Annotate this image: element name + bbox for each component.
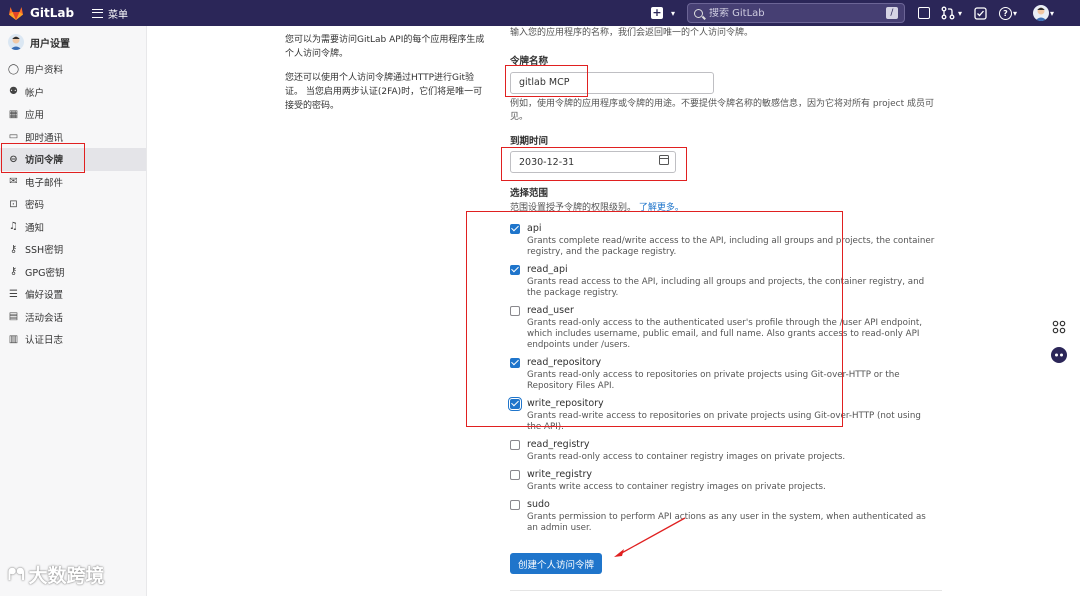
apps-float-icon[interactable] xyxy=(1050,318,1068,336)
divider xyxy=(510,590,942,591)
scope-description: Grants read-only access to container reg… xyxy=(527,451,846,462)
mail-icon: ✉ xyxy=(9,176,18,188)
token-name-hint: 例如，使用令牌的应用程序或令牌的用途。不要提供令牌名称的敏感信息，因为它将对所有… xyxy=(510,98,934,122)
sidebar-item-password[interactable]: ⊡ 密码 xyxy=(0,193,146,216)
search-shortcut-badge: / xyxy=(885,7,898,19)
log-icon: ▥ xyxy=(8,333,19,345)
sidebar-header[interactable]: 用户设置 xyxy=(0,26,146,58)
annotation-box-scopes xyxy=(466,211,843,427)
user-avatar[interactable] xyxy=(1032,5,1049,21)
top-navbar: GitLab 菜单 +▾ / ▾ ?▾ ▾ xyxy=(0,0,1080,26)
expiry-label: 到期时间 xyxy=(510,135,549,147)
avatar-icon xyxy=(1034,7,1047,21)
chevron-down-icon: ▾ xyxy=(670,8,675,18)
token-description: 您可以为需要访问GitLab API的每个应用程序生成个人访问令牌。 您还可以使… xyxy=(285,33,485,123)
chevron-down-icon: ▾ xyxy=(1049,8,1054,18)
watermark-logo-icon: ᖰᖳ xyxy=(8,564,25,584)
sidebar-item-label: GPG密钥 xyxy=(25,267,65,279)
avatar-icon xyxy=(10,36,22,50)
gitlab-logo[interactable]: GitLab xyxy=(8,5,74,21)
sidebar-item-label: 密码 xyxy=(25,200,45,212)
checkbox-unchecked[interactable] xyxy=(510,469,520,480)
sidebar-item-applications[interactable]: ▦ 应用 xyxy=(0,103,146,126)
annotation-box-expiry xyxy=(501,147,687,181)
sidebar-item-ssh-keys[interactable]: ⚷ SSH密钥 xyxy=(0,238,146,261)
scopes-label: 选择范围 xyxy=(510,187,549,199)
top-right-actions: +▾ / ▾ ?▾ ▾ xyxy=(644,0,1060,26)
chevron-down-icon: ▾ xyxy=(957,8,962,18)
todo-checkbox-icon[interactable] xyxy=(974,6,987,20)
new-item-icon[interactable]: + xyxy=(650,7,663,19)
scope-description: Grants permission to perform API actions… xyxy=(527,511,926,533)
sidebar-item-label: 即时通讯 xyxy=(25,132,64,144)
sidebar-item-emails[interactable]: ✉ 电子邮件 xyxy=(0,171,146,194)
create-token-button[interactable]: 创建个人访问令牌 xyxy=(510,553,602,574)
sidebar-item-label: 电子邮件 xyxy=(25,177,64,189)
sidebar-item-label: 用户资料 xyxy=(25,65,64,77)
sidebar-title: 用户设置 xyxy=(30,38,70,50)
sidebar-avatar xyxy=(8,34,24,50)
search-box[interactable]: / xyxy=(686,3,905,23)
chat-icon: ▭ xyxy=(8,131,19,143)
sidebar-item-label: SSH密钥 xyxy=(25,245,64,257)
sidebar-item-label: 认证日志 xyxy=(25,335,64,347)
chevron-down-icon: ▾ xyxy=(1012,8,1017,18)
watermark: ᖰᖳ 大数跨境 xyxy=(8,561,105,588)
menu-label: 菜单 xyxy=(108,9,129,21)
scope-write-registry[interactable]: write_registry Grants write access to con… xyxy=(510,469,940,499)
scope-sudo[interactable]: sudo Grants permission to perform API act… xyxy=(510,498,940,533)
key-icon: ⚷ xyxy=(9,266,18,278)
sidebar-item-active-sessions[interactable]: ▤ 活动会话 xyxy=(0,306,146,329)
scope-read-registry[interactable]: read_registry Grants read-only access to … xyxy=(510,439,940,469)
merge-requests-icon[interactable] xyxy=(941,6,955,20)
menu-button[interactable]: 菜单 xyxy=(92,6,128,21)
account-icon: ⚉ xyxy=(9,86,18,98)
sidebar-item-profile[interactable]: ◯ 用户资料 xyxy=(0,58,146,81)
grid-icon xyxy=(1052,320,1066,334)
gitlab-tanuki-icon xyxy=(9,7,23,20)
settings-sidebar: 用户设置 ◯ 用户资料 ⚉ 帐户 ▦ 应用 ▭ 即时通讯 ⊖ 访问令牌 ✉ 电子邮件 ⊡ 密码… xyxy=(0,26,147,596)
preferences-icon: ☰ xyxy=(9,288,18,300)
sidebar-item-account[interactable]: ⚉ 帐户 xyxy=(0,81,146,104)
checkbox-unchecked[interactable] xyxy=(510,439,520,450)
checkbox-unchecked[interactable] xyxy=(510,499,520,510)
description-paragraph-2: 您还可以使用个人访问令牌通过HTTP进行Git验证。 当您启用两步认证(2FA)… xyxy=(285,73,483,111)
form-intro: 输入您的应用程序的名称，我们会返回唯一的个人访问令牌。 xyxy=(510,28,754,38)
watermark-text: 大数跨境 xyxy=(28,565,105,587)
sessions-icon: ▤ xyxy=(8,311,19,323)
scope-name: read_registry xyxy=(527,438,590,450)
hamburger-icon xyxy=(92,8,104,18)
sidebar-item-label: 活动会话 xyxy=(25,312,64,324)
brand-name: GitLab xyxy=(30,6,75,20)
key-icon: ⚷ xyxy=(9,243,18,255)
help-icon[interactable]: ? xyxy=(998,6,1012,20)
search-icon xyxy=(693,8,703,18)
sidebar-item-auth-log[interactable]: ▥ 认证日志 xyxy=(0,328,146,351)
applications-icon: ▦ xyxy=(8,108,19,120)
assistant-float-icon[interactable] xyxy=(1050,346,1068,364)
issues-icon[interactable] xyxy=(917,7,930,19)
scope-name: write_registry xyxy=(527,468,593,480)
lock-icon: ⊡ xyxy=(9,198,18,210)
sidebar-item-preferences[interactable]: ☰ 偏好设置 xyxy=(0,283,146,306)
chat-bot-icon xyxy=(1051,347,1067,363)
scope-name: sudo xyxy=(527,498,550,510)
sidebar-item-gpg-keys[interactable]: ⚷ GPG密钥 xyxy=(0,261,146,284)
search-input[interactable] xyxy=(708,7,886,19)
bell-icon: ♫ xyxy=(9,221,18,233)
user-icon: ◯ xyxy=(7,63,20,75)
sidebar-item-notifications[interactable]: ♫ 通知 xyxy=(0,216,146,239)
scope-description: Grants write access to container registr… xyxy=(527,481,826,492)
annotation-box-sidebar xyxy=(1,143,85,173)
sidebar-item-label: 帐户 xyxy=(25,87,45,99)
sidebar-item-label: 偏好设置 xyxy=(25,290,64,302)
annotation-box-token-name xyxy=(505,65,588,97)
description-paragraph-1: 您可以为需要访问GitLab API的每个应用程序生成个人访问令牌。 xyxy=(285,35,485,59)
sidebar-item-label: 应用 xyxy=(25,110,45,122)
sidebar-item-label: 通知 xyxy=(25,222,45,234)
